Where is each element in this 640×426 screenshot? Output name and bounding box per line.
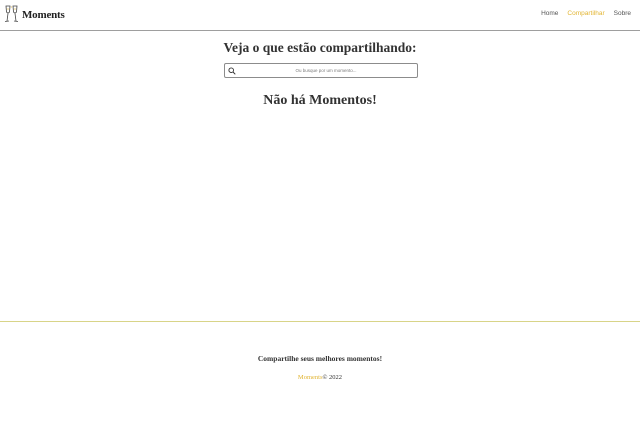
footer: Compartilhe seus melhores momentos! Mome… — [0, 321, 640, 426]
nav-links: Home Compartilhar Sobre — [541, 10, 631, 17]
nav-link-sobre[interactable]: Sobre — [614, 10, 631, 17]
champagne-toast-icon — [4, 5, 19, 22]
brand-link[interactable]: Moments — [4, 4, 65, 26]
footer-tagline: Compartilhe seus melhores momentos! — [257, 354, 383, 363]
nav-link-home[interactable]: Home — [541, 10, 558, 17]
empty-state-message: Não há Momentos! — [263, 93, 377, 108]
footer-brand: Moments — [297, 374, 323, 381]
search-icon — [228, 66, 236, 75]
navbar: Moments Home Compartilhar Sobre — [0, 0, 640, 31]
page-title: Veja o que estão compartilhando: — [223, 40, 417, 55]
search-box — [224, 63, 418, 78]
footer-copyright-text: © 2022 — [322, 374, 343, 381]
footer-copyright: Moments© 2022 — [0, 374, 640, 381]
nav-link-compartilhar[interactable]: Compartilhar — [567, 10, 604, 17]
main-content: Veja o que estão compartilhando: Não há … — [0, 31, 640, 321]
brand-name: Moments — [22, 9, 65, 21]
search-input[interactable] — [237, 64, 415, 77]
